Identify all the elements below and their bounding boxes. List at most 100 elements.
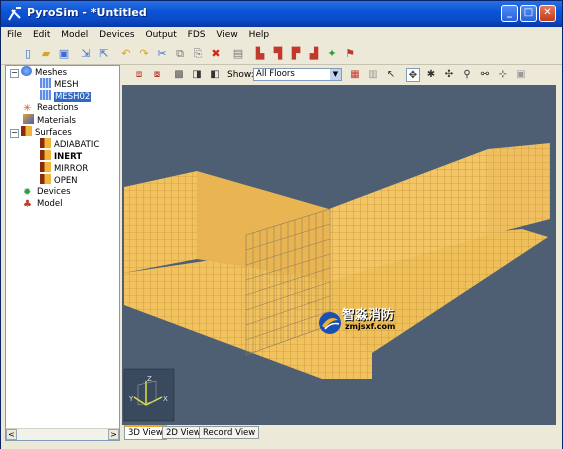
tree-item-adiabatic[interactable]: ADIABATIC	[40, 138, 99, 150]
meshes-icon	[21, 66, 32, 76]
menu-model[interactable]: Model	[61, 27, 88, 44]
menu-output[interactable]: Output	[146, 27, 177, 44]
tree-label-surfaces: Surfaces	[35, 128, 72, 138]
view-mode-2-icon[interactable]: ⧇	[150, 68, 164, 82]
mesh-icon	[40, 78, 51, 88]
import-icon[interactable]: ⇲	[79, 47, 93, 61]
surface-inert-icon	[40, 150, 51, 160]
watermark: 智淼消防 zmjsxf.com	[317, 304, 422, 338]
copy-icon[interactable]: ⧉	[173, 47, 187, 61]
paste-icon[interactable]: ⎘	[191, 47, 205, 61]
tree-item-mirror[interactable]: MIRROR	[40, 162, 88, 174]
tree-label-devices: Devices	[37, 187, 71, 197]
menu-view[interactable]: View	[216, 27, 237, 44]
vent-icon[interactable]: ▛	[289, 47, 303, 61]
undo-icon[interactable]: ↶	[119, 47, 133, 61]
view-tabs: 3D View 2D View Record View	[122, 425, 556, 441]
menu-edit[interactable]: Edit	[33, 27, 50, 44]
collapse-meshes-icon[interactable]: −	[10, 69, 19, 78]
filter-icon[interactable]: ▦	[348, 68, 362, 82]
menu-devices[interactable]: Devices	[99, 27, 134, 44]
axis-label-x: X	[163, 395, 168, 403]
right-wall-grid	[488, 143, 550, 235]
tree-label-adiabatic: ADIABATIC	[54, 140, 100, 150]
menu-file[interactable]: File	[7, 27, 22, 44]
device-tool-icon[interactable]: ✦	[325, 47, 339, 61]
tree-item-materials[interactable]: Materials	[23, 114, 76, 126]
solid-icon[interactable]: ◨	[190, 68, 204, 82]
select-pointer-icon[interactable]: ↖	[384, 68, 398, 82]
grid-icon[interactable]: ▥	[366, 68, 380, 82]
menu-fds[interactable]: FDS	[188, 27, 206, 44]
surface-mirror-icon	[40, 162, 51, 172]
chevron-down-icon: ▼	[330, 69, 341, 80]
redo-icon[interactable]: ↷	[137, 47, 151, 61]
collapse-surfaces-icon[interactable]: −	[10, 129, 19, 138]
maximize-button[interactable]: □	[520, 5, 537, 22]
outline-icon[interactable]: ◧	[208, 68, 222, 82]
reset-view-icon[interactable]: ▣	[514, 68, 528, 82]
zoom-box-icon[interactable]: ⚯	[478, 68, 492, 82]
scroll-right-icon[interactable]: >	[108, 429, 119, 440]
tree-label-inert: INERT	[54, 152, 83, 162]
tree-label-reactions: Reactions	[37, 103, 79, 113]
center-icon[interactable]: ⊹	[496, 68, 510, 82]
scroll-left-icon[interactable]: <	[6, 429, 17, 440]
properties-icon[interactable]: ▤	[231, 47, 245, 61]
surface-adiabatic-icon	[40, 138, 51, 148]
view-mode-icon[interactable]: ⧈	[132, 68, 146, 82]
orbit-icon[interactable]: ✥	[406, 68, 420, 82]
cut-icon[interactable]: ✂	[155, 47, 169, 61]
texture-icon[interactable]: ▩	[172, 68, 186, 82]
model-icon: ♣	[23, 199, 32, 210]
tree-item-meshes[interactable]: Meshes	[21, 66, 67, 78]
tree-label-mesh02: MESH02	[54, 92, 92, 102]
tab-3d-view[interactable]: 3D View	[124, 425, 167, 440]
tree-item-open[interactable]: OPEN	[40, 174, 78, 186]
delete-icon[interactable]: ✖	[209, 47, 223, 61]
main-toolbar: ▯ ▰ ▣ ⇲ ⇱ ↶ ↷ ✂ ⧉ ⎘ ✖ ▤ ▙ ▜ ▛ ▟ ✦ ⚑	[1, 44, 562, 65]
minimize-button[interactable]: _	[501, 5, 518, 22]
menu-help[interactable]: Help	[249, 27, 270, 44]
tree-item-devices[interactable]: ✹ Devices	[23, 186, 71, 198]
pan-icon[interactable]: ✣	[442, 68, 456, 82]
pyrosim-logo-icon	[8, 7, 21, 21]
menu-bar: File Edit Model Devices Output FDS View …	[1, 27, 562, 44]
open-folder-icon[interactable]: ▰	[39, 47, 53, 61]
window-title: PyroSim - *Untitled	[27, 6, 147, 19]
tab-record-view[interactable]: Record View	[199, 426, 260, 439]
axis-label-y: Y	[128, 395, 134, 403]
show-label: Show:	[227, 70, 254, 80]
navigation-tree: − Meshes MESH MESH02 ✳ Reactions Material…	[5, 65, 120, 441]
hole-icon[interactable]: ▟	[307, 47, 321, 61]
tree-label-meshes: Meshes	[35, 68, 68, 78]
tree-item-surfaces[interactable]: Surfaces	[21, 126, 72, 138]
zoom-icon[interactable]: ⚲	[460, 68, 474, 82]
run-fds-icon[interactable]: ⚑	[343, 47, 357, 61]
close-button[interactable]: ✕	[539, 5, 556, 22]
tree-item-mesh02[interactable]: MESH02	[40, 90, 92, 102]
view-toolbar: ⧈ ⧇ ▩ ◨ ◧ Show: All Floors ▼ ▦ ▥ ↖ ✥ ✱ ✣…	[122, 65, 556, 85]
tree-item-model[interactable]: ♣ Model	[23, 198, 63, 210]
tree-horizontal-scrollbar[interactable]: < >	[6, 428, 119, 440]
obstruction-icon[interactable]: ▜	[271, 47, 285, 61]
watermark-logo-icon	[319, 312, 341, 334]
new-file-icon[interactable]: ▯	[21, 47, 35, 61]
axis-label-z: Z	[147, 375, 152, 383]
devices-icon: ✹	[23, 187, 32, 198]
3d-viewport[interactable]: Z X Y	[122, 85, 556, 425]
save-icon[interactable]: ▣	[57, 47, 71, 61]
tree-label-materials: Materials	[37, 116, 76, 126]
surface-open-icon	[40, 174, 51, 184]
tree-item-inert[interactable]: INERT	[40, 150, 82, 162]
surfaces-icon	[21, 126, 32, 136]
export-icon[interactable]: ⇱	[97, 47, 111, 61]
floor-select[interactable]: All Floors ▼	[253, 68, 342, 81]
roam-icon[interactable]: ✱	[424, 68, 438, 82]
tree-item-mesh[interactable]: MESH	[40, 78, 79, 90]
fire-icon[interactable]: ▙	[253, 47, 267, 61]
tree-label-open: OPEN	[54, 176, 78, 186]
mesh-icon	[40, 90, 51, 100]
tree-item-reactions[interactable]: ✳ Reactions	[23, 102, 78, 114]
title-bar: PyroSim - *Untitled _ □ ✕	[1, 1, 562, 27]
